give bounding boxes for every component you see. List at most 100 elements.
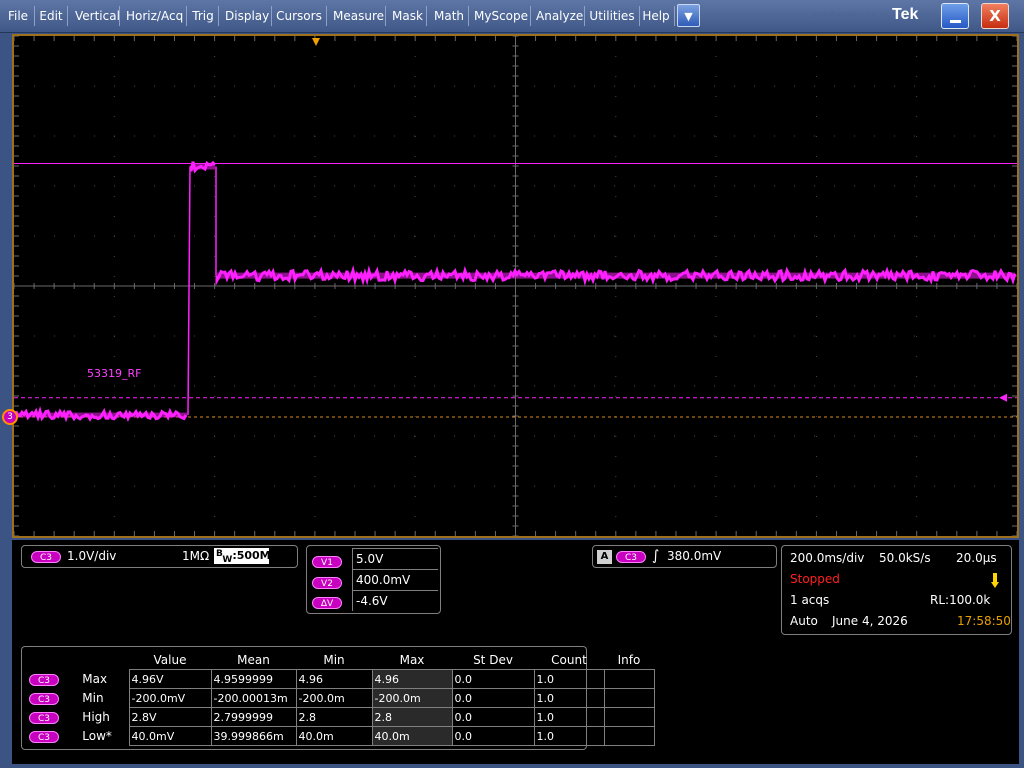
waveform-band — [16, 413, 187, 418]
measurement-row[interactable]: C3 High 2.8V 2.7999999 2.8 2.8 0.0 1.0 — [25, 708, 654, 727]
measurement-min: 2.8 — [296, 708, 372, 727]
measurement-channel-badge[interactable]: C3 — [29, 712, 59, 724]
menu-file[interactable]: File — [6, 0, 30, 32]
measurement-stdev: 0.0 — [452, 689, 534, 708]
column-header-min: Min — [296, 650, 372, 670]
menu-cursors[interactable]: Cursors — [276, 0, 322, 32]
measurement-info — [604, 708, 654, 727]
menu-trig[interactable]: Trig — [192, 0, 214, 32]
column-header-max: Max — [372, 650, 452, 670]
trigger-readout-box[interactable]: A C3 ∫ 380.0mV — [592, 545, 777, 568]
cursor-v2-badge[interactable]: V2 — [312, 577, 342, 589]
menu-utilities[interactable]: Utilities — [589, 0, 635, 32]
menu-dropdown-icon[interactable]: ▼ — [677, 4, 700, 27]
cursor-badge-cell: V2 — [306, 570, 353, 591]
channel-badge[interactable]: C3 — [31, 551, 61, 563]
measurement-channel-badge[interactable]: C3 — [29, 731, 59, 743]
cursor-row: V1 5.0V — [306, 549, 438, 570]
channel-readout-box[interactable]: C3 1.0V/div 1MΩ BW:500M — [21, 545, 298, 568]
menu-separator — [530, 6, 531, 26]
trigger-status-icon — [991, 573, 997, 588]
sample-rate: 50.0kS/s — [879, 551, 931, 565]
trigger-mode: Auto — [790, 614, 818, 628]
menu-myscope[interactable]: MyScope — [474, 0, 526, 32]
menu-analyze[interactable]: Analyze — [536, 0, 580, 32]
minimize-icon — [950, 20, 961, 23]
menu-separator — [385, 6, 386, 26]
cursor-v1-badge[interactable]: V1 — [312, 556, 342, 568]
bandwidth-box: BW:500M — [214, 548, 269, 564]
menu-separator — [584, 6, 585, 26]
cursor-value: -4.6V — [353, 591, 439, 612]
measurement-stdev: 0.0 — [452, 727, 534, 746]
trigger-edge-icon: ∫ — [652, 548, 659, 564]
measurement-info — [604, 689, 654, 708]
waveform-rising-edge — [188, 167, 190, 415]
measurement-channel-badge[interactable]: C3 — [29, 674, 59, 686]
bw-sub: W — [222, 555, 232, 565]
measurement-mean: 4.9599999 — [211, 670, 296, 689]
measurement-channel-badge[interactable]: C3 — [29, 693, 59, 705]
cursor-badge-cell: V1 — [306, 549, 353, 570]
measurement-min: 40.0m — [296, 727, 372, 746]
measurement-header-row: Value Mean Min Max St Dev Count Info — [25, 650, 654, 670]
trigger-channel-badge[interactable]: C3 — [616, 551, 646, 563]
channel-3-ground-marker[interactable]: 3 — [2, 409, 18, 425]
bandwidth-value: :500M — [232, 549, 270, 562]
measurement-row[interactable]: C3 Low* 40.0mV 39.999866m 40.0m 40.0m 0.0 1.0 — [25, 727, 654, 746]
measurement-value: -200.0mV — [129, 689, 211, 708]
menu-separator — [674, 6, 675, 26]
measurement-min: 4.96 — [296, 670, 372, 689]
waveform-display[interactable]: 53319_RF — [12, 34, 1019, 538]
menu-mask[interactable]: Mask — [392, 0, 422, 32]
measurement-max: 4.96 — [372, 670, 452, 689]
measurement-name: Min — [78, 689, 129, 708]
measurement-info — [604, 727, 654, 746]
measurement-max: -200.0m — [372, 689, 452, 708]
measurement-count: 1.0 — [534, 670, 604, 689]
waveform-label: 53319_RF — [87, 367, 141, 380]
menu-bar: File Edit Vertical Horiz/Acq Trig Display Curs… — [0, 0, 1024, 33]
measurement-value: 4.96V — [129, 670, 211, 689]
acquisition-readout-box[interactable]: 200.0ms/div 50.0kS/s 20.0µs Stopped 1 ac… — [781, 545, 1012, 635]
measurement-row[interactable]: C3 Max 4.96V 4.9599999 4.96 4.96 0.0 1.0 — [25, 670, 654, 689]
measurement-row[interactable]: C3 Min -200.0mV -200.00013m -200.0m -200.0m 0.… — [25, 689, 654, 708]
measurement-count: 1.0 — [534, 689, 604, 708]
menu-math[interactable]: Math — [434, 0, 464, 32]
measurement-count: 1.0 — [534, 708, 604, 727]
measurement-value: 2.8V — [129, 708, 211, 727]
menu-measure[interactable]: Measure — [333, 0, 381, 32]
menu-display[interactable]: Display — [225, 0, 267, 32]
menu-help[interactable]: Help — [642, 0, 670, 32]
trigger-level: 380.0mV — [667, 549, 721, 563]
column-header-mean: Mean — [211, 650, 296, 670]
menu-vertical[interactable]: Vertical — [75, 0, 115, 32]
menu-separator — [34, 6, 35, 26]
cursor-row: V2 400.0mV — [306, 570, 438, 591]
tek-logo: Tek — [892, 6, 918, 24]
menu-separator — [218, 6, 219, 26]
date: June 4, 2026 — [832, 614, 908, 628]
measurement-name: Max — [78, 670, 129, 689]
close-button[interactable]: X — [981, 3, 1009, 29]
menu-horizacq[interactable]: Horiz/Acq — [126, 0, 182, 32]
vertical-scale: 1.0V/div — [67, 549, 116, 563]
waveform-band — [191, 164, 215, 170]
minimize-button[interactable] — [941, 3, 969, 29]
measurement-name: High — [78, 708, 129, 727]
cursor-delta-badge[interactable]: ΔV — [312, 597, 342, 609]
menu-edit[interactable]: Edit — [39, 0, 63, 32]
time-resolution: 20.0µs — [956, 551, 997, 565]
measurement-badge-cell: C3 — [25, 727, 78, 746]
record-length: RL:100.0k — [930, 593, 990, 607]
measurement-max: 2.8 — [372, 708, 452, 727]
graticule — [14, 36, 1017, 536]
header-spacer — [25, 650, 129, 670]
run-status: Stopped — [790, 572, 840, 586]
measurement-table: Value Mean Min Max St Dev Count Info C3 Max 4.96V… — [25, 650, 655, 746]
measurement-mean: -200.00013m — [211, 689, 296, 708]
menu-separator — [186, 6, 187, 26]
measurement-badge-cell: C3 — [25, 708, 78, 727]
menu-separator — [119, 6, 120, 26]
measurement-count: 1.0 — [534, 727, 604, 746]
